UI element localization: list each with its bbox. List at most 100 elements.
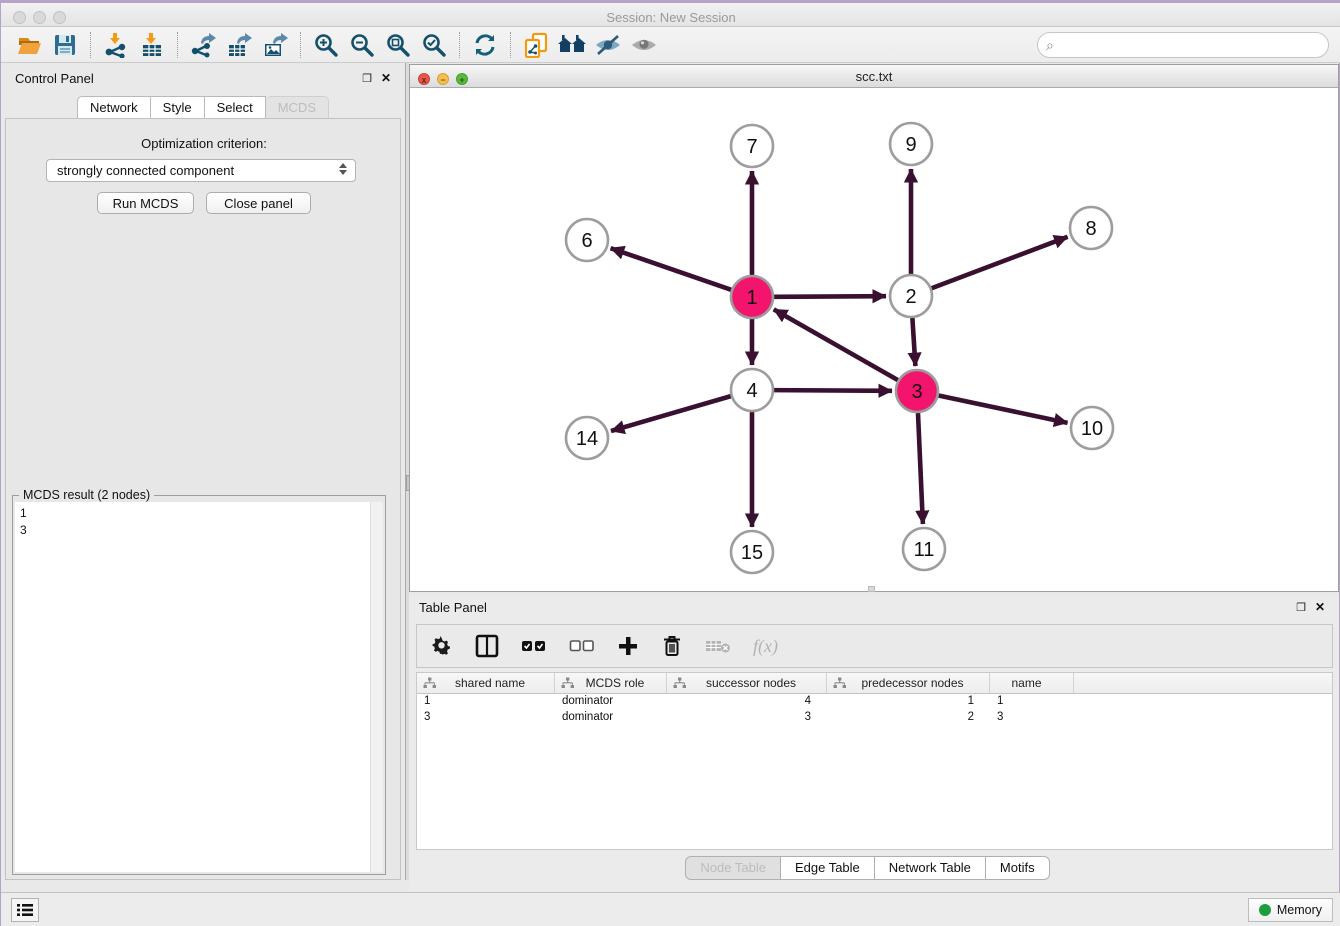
column-type-icon — [561, 677, 574, 689]
edge-2-8[interactable] — [932, 237, 1068, 288]
node-label: 8 — [1085, 218, 1096, 240]
delete-column-icon[interactable] — [661, 632, 683, 660]
export-network-icon[interactable] — [185, 30, 221, 60]
control-panel-tabs: NetworkStyleSelectMCDS — [1, 96, 405, 120]
edge-1-2[interactable] — [774, 296, 886, 297]
edge-1-6[interactable] — [611, 248, 732, 290]
table-row[interactable]: 1dominator411 — [417, 694, 1332, 710]
tab-edge-table[interactable]: Edge Table — [781, 856, 875, 880]
column-header-name[interactable]: name — [990, 673, 1074, 693]
result-scrollbar[interactable] — [370, 502, 383, 872]
node-1[interactable]: 1 — [731, 276, 773, 318]
control-panel-header: Control Panel ❒ ✕ — [1, 71, 405, 91]
edge-3-11[interactable] — [918, 413, 923, 524]
search-field[interactable]: ⌕ — [1037, 32, 1329, 58]
edge-3-1[interactable] — [774, 309, 898, 380]
table-settings-icon[interactable] — [431, 632, 453, 660]
memory-button[interactable]: Memory — [1248, 898, 1333, 922]
select-all-icon[interactable] — [521, 632, 547, 660]
table-row[interactable]: 3dominator323 — [417, 710, 1332, 726]
edge-4-3[interactable] — [774, 390, 892, 391]
tab-select[interactable]: Select — [205, 96, 266, 120]
float-panel-icon[interactable]: ❒ — [362, 72, 372, 85]
table-panel-tabs: Node TableEdge TableNetwork TableMotifs — [409, 856, 1326, 880]
edge-4-14[interactable] — [611, 396, 731, 431]
cell-successor-nodes[interactable]: 4 — [667, 694, 827, 710]
cell-MCDS-role[interactable]: dominator — [555, 710, 667, 726]
toolbar-separator — [90, 32, 91, 58]
node-table[interactable]: shared nameMCDS rolesuccessor nodesprede… — [416, 672, 1333, 850]
add-column-icon[interactable] — [617, 632, 639, 660]
tab-motifs[interactable]: Motifs — [986, 856, 1050, 880]
zoom-out-icon[interactable] — [344, 30, 380, 60]
mcds-result-text[interactable]: 1 3 — [15, 502, 383, 872]
close-panel-button[interactable]: Close panel — [206, 192, 311, 214]
node-4[interactable]: 4 — [731, 369, 773, 411]
status-bar: Memory — [1, 892, 1340, 926]
deselect-all-icon[interactable] — [569, 632, 595, 660]
tab-style[interactable]: Style — [151, 96, 205, 120]
node-15[interactable]: 15 — [731, 531, 773, 573]
tab-network[interactable]: Network — [77, 96, 151, 120]
export-image-icon[interactable] — [257, 30, 293, 60]
table-toolbar: f(x) — [416, 624, 1333, 668]
node-14[interactable]: 14 — [566, 417, 608, 459]
cell-name[interactable]: 3 — [990, 710, 1074, 726]
float-table-panel-icon[interactable]: ❒ — [1296, 601, 1306, 614]
node-11[interactable]: 11 — [903, 528, 945, 570]
export-table-icon[interactable] — [221, 30, 257, 60]
optimization-criterion-label: Optimization criterion: — [6, 136, 402, 151]
network-window-titlebar[interactable]: x−+ scc.txt — [410, 65, 1338, 88]
network-window: x−+ scc.txt 7 9 6 8 1 2 4 3 14 10 15 11 — [409, 64, 1339, 592]
node-7[interactable]: 7 — [731, 125, 773, 167]
cell-predecessor-nodes[interactable]: 1 — [827, 694, 990, 710]
edge-3-10[interactable] — [939, 396, 1068, 423]
task-history-button[interactable] — [11, 898, 39, 922]
cell-shared-name[interactable]: 3 — [417, 710, 555, 726]
tab-network-table[interactable]: Network Table — [875, 856, 986, 880]
node-3[interactable]: 3 — [896, 370, 938, 412]
open-session-icon[interactable] — [11, 30, 47, 60]
tab-mcds[interactable]: MCDS — [266, 96, 329, 120]
network-resize-grip[interactable] — [868, 586, 875, 592]
criterion-dropdown[interactable]: strongly connected component — [46, 159, 356, 182]
close-panel-icon[interactable]: ✕ — [381, 71, 391, 85]
first-neighbors-icon[interactable] — [554, 30, 590, 60]
column-type-icon — [833, 677, 846, 689]
column-type-icon — [423, 677, 436, 689]
column-visibility-icon[interactable] — [475, 632, 499, 660]
network-canvas[interactable]: 7 9 6 8 1 2 4 3 14 10 15 11 — [410, 88, 1338, 591]
zoom-selected-icon[interactable] — [416, 30, 452, 60]
cell-name[interactable]: 1 — [990, 694, 1074, 710]
close-table-panel-icon[interactable]: ✕ — [1315, 600, 1325, 614]
show-all-icon[interactable] — [626, 30, 662, 60]
node-2[interactable]: 2 — [890, 275, 932, 317]
node-6[interactable]: 6 — [566, 219, 608, 261]
column-header-shared-name[interactable]: shared name — [417, 673, 555, 693]
node-10[interactable]: 10 — [1071, 407, 1113, 449]
zoom-fit-icon[interactable] — [380, 30, 416, 60]
node-9[interactable]: 9 — [890, 123, 932, 165]
column-header-successor-nodes[interactable]: successor nodes — [667, 673, 827, 693]
column-header-predecessor-nodes[interactable]: predecessor nodes — [827, 673, 990, 693]
run-mcds-button[interactable]: Run MCDS — [97, 192, 194, 214]
clone-network-icon[interactable] — [518, 30, 554, 60]
import-network-icon[interactable] — [98, 30, 134, 60]
delete-table-icon — [705, 632, 731, 660]
criterion-value: strongly connected component — [57, 163, 234, 178]
search-input[interactable] — [1037, 32, 1329, 58]
control-panel-title: Control Panel — [15, 71, 94, 86]
cell-MCDS-role[interactable]: dominator — [555, 694, 667, 710]
node-8[interactable]: 8 — [1070, 207, 1112, 249]
import-table-icon[interactable] — [134, 30, 170, 60]
refresh-icon[interactable] — [467, 30, 503, 60]
hide-selected-icon[interactable] — [590, 30, 626, 60]
cell-successor-nodes[interactable]: 3 — [667, 710, 827, 726]
edge-2-3[interactable] — [912, 318, 915, 366]
column-header-MCDS-role[interactable]: MCDS role — [555, 673, 667, 693]
tab-node-table[interactable]: Node Table — [685, 856, 781, 880]
cell-shared-name[interactable]: 1 — [417, 694, 555, 710]
save-session-icon[interactable] — [47, 30, 83, 60]
cell-predecessor-nodes[interactable]: 2 — [827, 710, 990, 726]
zoom-in-icon[interactable] — [308, 30, 344, 60]
